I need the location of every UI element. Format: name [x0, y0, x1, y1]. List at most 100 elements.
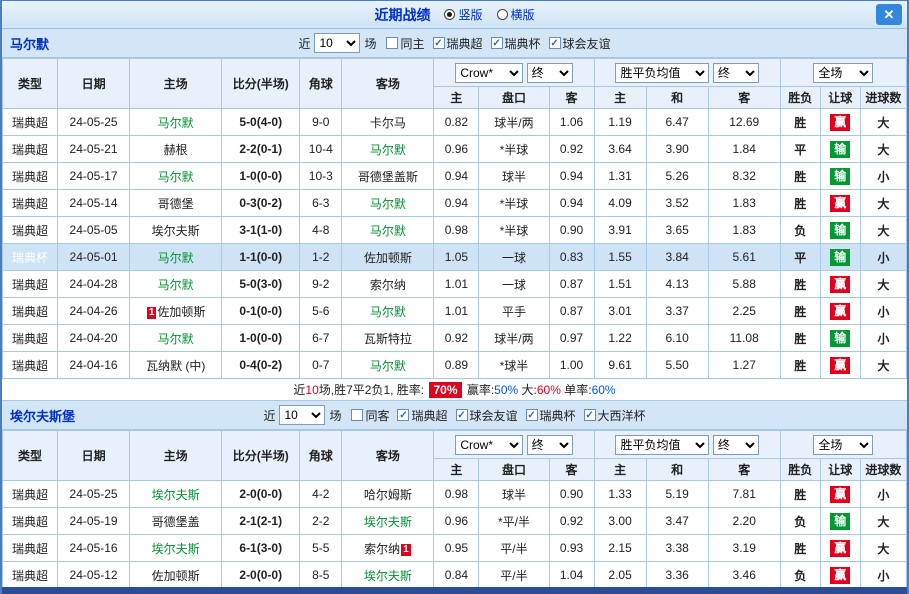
avg-select[interactable]: 胜平负均值: [615, 63, 709, 83]
games-label: 场: [364, 35, 376, 52]
summary-segment: 70%: [429, 382, 461, 398]
filter-checkbox[interactable]: ✓球会友谊: [456, 407, 518, 424]
corner-cell: 5-6: [300, 298, 342, 325]
col-winloss: 胜负: [780, 459, 820, 481]
avg-draw-cell: 5.50: [646, 352, 708, 379]
handicap-result-cell: 赢: [820, 481, 860, 508]
handicap-result-badge: 输: [830, 222, 850, 239]
corner-cell: 5-5: [300, 535, 342, 562]
corner-cell: 10-3: [300, 163, 342, 190]
handicap-cell: 球半: [479, 481, 549, 508]
final-odds-select[interactable]: 终: [713, 63, 759, 83]
score-cell: 6-1(3-0): [222, 535, 300, 562]
avg-select[interactable]: 胜平负均值: [615, 435, 709, 455]
col-goals: 进球数: [860, 87, 906, 109]
filter-checkbox[interactable]: ✓瑞典超: [397, 407, 447, 424]
date-cell: 24-04-26: [58, 298, 130, 325]
table-header: 类型 日期 主场 比分(半场) 角球 客场 Crow* 终 胜平负均值 终 全场: [3, 431, 907, 481]
filter-checkbox[interactable]: ✓瑞典超: [433, 35, 483, 52]
radio-horizontal-layout[interactable]: 横版: [497, 6, 535, 23]
away-odds-cell: 1.00: [549, 352, 594, 379]
col-type: 类型: [3, 59, 58, 109]
away-odds-cell: 0.94: [549, 190, 594, 217]
close-icon[interactable]: ✕: [876, 4, 902, 25]
team-name: 埃尔夫斯堡: [10, 406, 75, 425]
avg-away-cell: 3.46: [708, 562, 780, 589]
home-odds-cell: 0.94: [434, 190, 479, 217]
league-type-cell: 瑞典超: [3, 562, 58, 589]
home-odds-cell: 0.95: [434, 535, 479, 562]
handicap-result-badge: 赢: [830, 540, 850, 557]
filter-checkbox[interactable]: ✓球会友谊: [549, 35, 611, 52]
bookmaker-select[interactable]: Crow*: [455, 435, 523, 455]
col-score: 比分(半场): [222, 431, 300, 481]
scope-header: 全场: [780, 431, 906, 459]
radio-vertical-layout[interactable]: 竖版: [444, 6, 482, 23]
goals-cell: 大: [860, 190, 906, 217]
result-cell: 胜: [780, 298, 820, 325]
bookmaker-select[interactable]: Crow*: [455, 63, 523, 83]
home-odds-cell: 1.01: [434, 298, 479, 325]
corner-cell: 10-4: [300, 136, 342, 163]
match-count-select[interactable]: 10: [314, 33, 360, 53]
avg-draw-cell: 5.19: [646, 481, 708, 508]
avg-away-cell: 5.88: [708, 271, 780, 298]
away-odds-cell: 0.92: [549, 508, 594, 535]
avg-draw-cell: 3.90: [646, 136, 708, 163]
date-cell: 24-05-17: [58, 163, 130, 190]
home-odds-cell: 0.84: [434, 562, 479, 589]
table-header: 类型 日期 主场 比分(半场) 角球 客场 Crow* 终 胜平负均值 终 全场: [3, 59, 907, 109]
score-cell: 1-0(0-0): [222, 325, 300, 352]
league-filter-checkboxes: 同主 ✓瑞典超 ✓瑞典杯 ✓球会友谊: [380, 35, 610, 52]
final-odds-select[interactable]: 终: [713, 435, 759, 455]
match-count-select[interactable]: 10: [279, 405, 325, 425]
final-odds-select[interactable]: 终: [527, 435, 573, 455]
league-type-cell: 瑞典超: [3, 271, 58, 298]
final-odds-select[interactable]: 终: [527, 63, 573, 83]
home-team-cell: 哥德堡盖: [130, 508, 222, 535]
away-team-cell: 马尔默: [342, 217, 434, 244]
avg-away-cell: 7.81: [708, 481, 780, 508]
date-cell: 24-05-01: [58, 244, 130, 271]
away-team-cell: 哈尔姆斯: [342, 481, 434, 508]
summary-segment: 60%: [592, 383, 616, 397]
avg-home-cell: 9.61: [594, 352, 646, 379]
col-odds-home: 主: [434, 459, 479, 481]
goals-cell: 小: [860, 244, 906, 271]
result-cell: 胜: [780, 163, 820, 190]
avg-home-cell: 3.01: [594, 298, 646, 325]
handicap-result-badge: 赢: [830, 195, 850, 212]
league-type-cell: 瑞典杯: [3, 244, 58, 271]
summary-segment: 单率:: [561, 383, 592, 397]
summary-segment: 50%: [494, 383, 518, 397]
date-cell: 24-05-25: [58, 481, 130, 508]
avg-home-cell: 1.33: [594, 481, 646, 508]
avg-home-cell: 1.55: [594, 244, 646, 271]
checkbox-unchecked-icon: [386, 37, 398, 49]
goals-cell: 大: [860, 109, 906, 136]
handicap-result-badge: 赢: [830, 114, 850, 131]
home-odds-cell: 0.94: [434, 163, 479, 190]
checkbox-label: 大西洋杯: [598, 407, 646, 424]
home-team-cell: 埃尔夫斯: [130, 535, 222, 562]
corner-cell: 4-8: [300, 217, 342, 244]
scope-select[interactable]: 全场: [813, 435, 873, 455]
match-row: 瑞典超24-05-25埃尔夫斯2-0(0-0)4-2哈尔姆斯0.98球半0.90…: [3, 481, 907, 508]
score-cell: 2-0(0-0): [222, 562, 300, 589]
scope-select[interactable]: 全场: [813, 63, 873, 83]
home-team-cell: 马尔默: [130, 325, 222, 352]
checkbox-unchecked-icon: [351, 409, 363, 421]
date-cell: 24-05-16: [58, 535, 130, 562]
filter-checkbox[interactable]: ✓瑞典杯: [491, 35, 541, 52]
avg-away-cell: 1.83: [708, 190, 780, 217]
handicap-result-cell: 赢: [820, 562, 860, 589]
filter-checkbox[interactable]: 同客: [351, 407, 389, 424]
filter-checkbox[interactable]: ✓大西洋杯: [584, 407, 646, 424]
matches-table: 类型 日期 主场 比分(半场) 角球 客场 Crow* 终 胜平负均值 终 全场: [2, 430, 907, 589]
filter-checkbox[interactable]: ✓瑞典杯: [526, 407, 576, 424]
goals-cell: 小: [860, 163, 906, 190]
avg-away-cell: 1.84: [708, 136, 780, 163]
avg-draw-cell: 3.47: [646, 508, 708, 535]
filter-checkbox[interactable]: 同主: [386, 35, 424, 52]
match-row: 瑞典超24-04-16瓦纳默 (中)0-4(0-2)0-7马尔默0.89*球半1…: [3, 352, 907, 379]
